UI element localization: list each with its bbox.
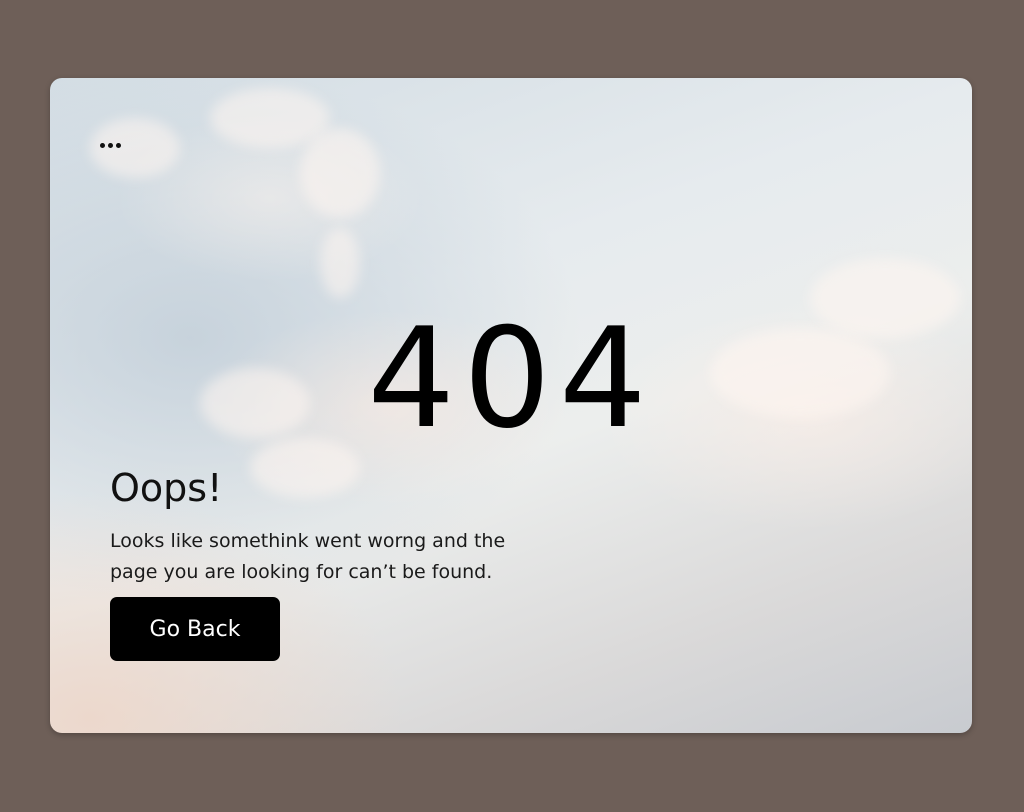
error-code: 404 xyxy=(367,298,655,459)
more-horizontal-icon xyxy=(115,142,121,148)
more-horizontal-icon xyxy=(99,142,105,148)
cloud-decoration xyxy=(320,228,360,298)
error-card: 404 Oops! Looks like somethink went worn… xyxy=(50,78,972,733)
error-title: Oops! xyxy=(110,466,223,510)
more-options-button[interactable] xyxy=(94,134,126,156)
cloud-decoration xyxy=(300,128,380,218)
more-horizontal-icon xyxy=(107,142,113,148)
error-message: Looks like somethink went worng and the … xyxy=(110,530,506,583)
go-back-button[interactable]: Go Back xyxy=(110,597,280,661)
